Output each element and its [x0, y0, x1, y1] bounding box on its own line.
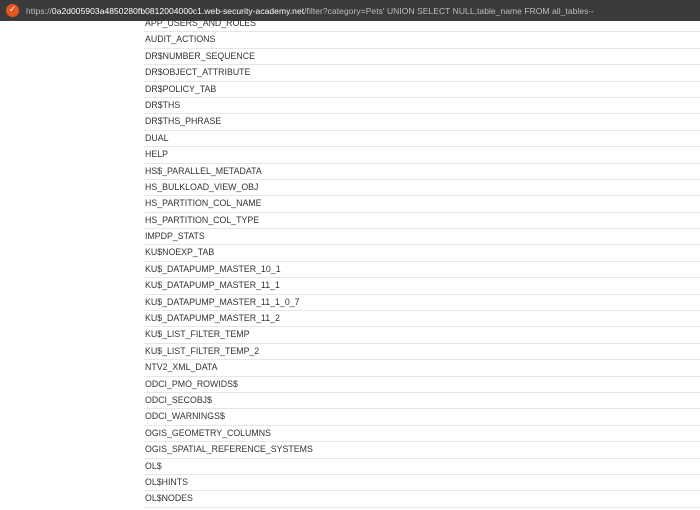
table-row: OGIS_SPATIAL_REFERENCE_SYSTEMS: [144, 442, 700, 459]
table-row: HELP: [144, 147, 700, 164]
table-row: OGIS_GEOMETRY_COLUMNS: [144, 426, 700, 443]
table-row: DR$POLICY_TAB: [144, 82, 700, 98]
table-row: KU$_LIST_FILTER_TEMP_2: [144, 344, 700, 361]
table-row: OL$: [144, 459, 700, 475]
table-row: NTV2_XML_DATA: [144, 360, 700, 377]
table-row: AUDIT_ACTIONS: [144, 32, 700, 49]
table-row: KU$_DATAPUMP_MASTER_10_1: [144, 262, 700, 279]
shield-glyph: ✓: [8, 5, 17, 15]
url-path: /filter?category=Pets' UNION SELECT NULL…: [304, 5, 595, 16]
table-row: HS_PARTITION_COL_TYPE: [144, 213, 700, 230]
table-row: OL$NODES: [144, 491, 700, 508]
table-name-list: APP_USERS_AND_ROLES AUDIT_ACTIONS DR$NUMBE…: [144, 16, 700, 508]
table-row: ODCI_PMO_ROWIDS$: [144, 377, 700, 393]
url-host: 0a2d005903a4850280fb0812004000c1.web-sec…: [51, 5, 305, 16]
url-text[interactable]: https://0a2d005903a4850280fb0812004000c1…: [26, 6, 594, 16]
table-row: KU$_LIST_FILTER_TEMP: [144, 327, 700, 344]
table-row: DR$OBJECT_ATTRIBUTE: [144, 65, 700, 82]
table-row: HS$_PARALLEL_METADATA: [144, 164, 700, 180]
table-row: KU$_DATAPUMP_MASTER_11_1_0_7: [144, 295, 700, 312]
table-row: HS_PARTITION_COL_NAME: [144, 196, 700, 213]
table-row: ODCI_WARNINGS$: [144, 409, 700, 426]
table-row: DUAL: [144, 131, 700, 148]
url-prefix: https://: [26, 5, 52, 16]
table-row: HS_BULKLOAD_VIEW_OBJ: [144, 180, 700, 197]
table-row: KU$_DATAPUMP_MASTER_11_2: [144, 311, 700, 328]
table-row: DR$THS: [144, 98, 700, 115]
table-row: OL$HINTS: [144, 475, 700, 492]
table-row: APP_USERS_AND_ROLES: [144, 16, 700, 33]
table-row: KU$_DATAPUMP_MASTER_11_1: [144, 278, 700, 295]
table-row: ODCI_SECOBJ$: [144, 393, 700, 410]
table-row: DR$THS_PHRASE: [144, 114, 700, 131]
shield-icon[interactable]: ✓: [6, 4, 19, 17]
table-row: KU$NOEXP_TAB: [144, 245, 700, 262]
table-row: IMPDP_STATS: [144, 229, 700, 246]
table-row: DR$NUMBER_SEQUENCE: [144, 49, 700, 66]
